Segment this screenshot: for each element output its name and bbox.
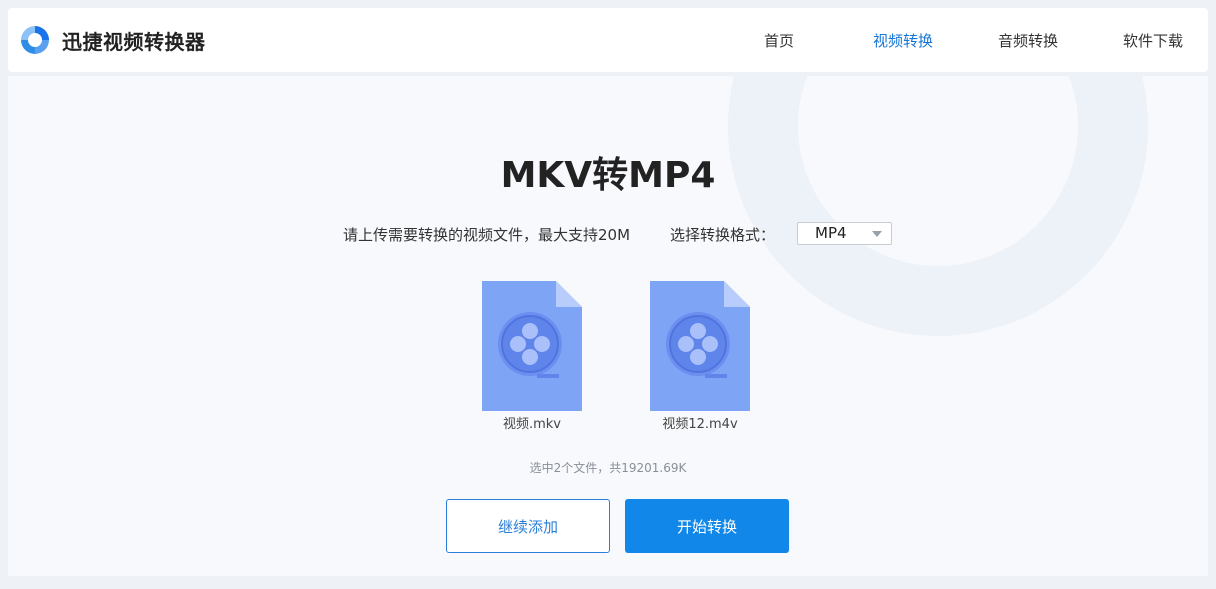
file-item[interactable]: 视频12.m4v	[645, 281, 755, 432]
format-select[interactable]: MP4	[797, 222, 892, 245]
upload-options: 请上传需要转换的视频文件，最大支持20M 选择转换格式： MP4	[8, 222, 1208, 246]
upload-hint: 请上传需要转换的视频文件，最大支持20M	[343, 226, 631, 244]
format-label: 选择转换格式：	[670, 226, 776, 244]
continue-add-button[interactable]: 继续添加	[446, 499, 610, 553]
nav-item-software-download[interactable]: 软件下载	[1123, 30, 1183, 51]
main-nav: 首页 视频转换 音频转换 软件下载	[8, 8, 1208, 72]
chevron-down-icon	[872, 231, 882, 237]
file-name: 视频12.m4v	[662, 417, 738, 432]
converter-panel: MKV转MP4 请上传需要转换的视频文件，最大支持20M 选择转换格式： MP4…	[8, 76, 1208, 576]
selection-summary: 选中2个文件，共19201.69K	[529, 461, 687, 475]
format-select-value: MP4	[815, 224, 847, 242]
nav-item-video-convert[interactable]: 视频转换	[873, 30, 933, 51]
file-name: 视频.mkv	[502, 417, 562, 432]
background-decoration	[728, 76, 1148, 336]
nav-item-home[interactable]: 首页	[764, 30, 794, 51]
top-header: 迅捷视频转换器 首页 视频转换 音频转换 软件下载	[8, 8, 1208, 72]
video-file-icon	[650, 281, 750, 411]
file-item[interactable]: 视频.mkv	[477, 281, 587, 432]
start-convert-button[interactable]: 开始转换	[625, 499, 789, 553]
page-title: MKV转MP4	[500, 155, 716, 196]
video-file-icon	[482, 281, 582, 411]
nav-item-audio-convert[interactable]: 音频转换	[998, 30, 1058, 51]
